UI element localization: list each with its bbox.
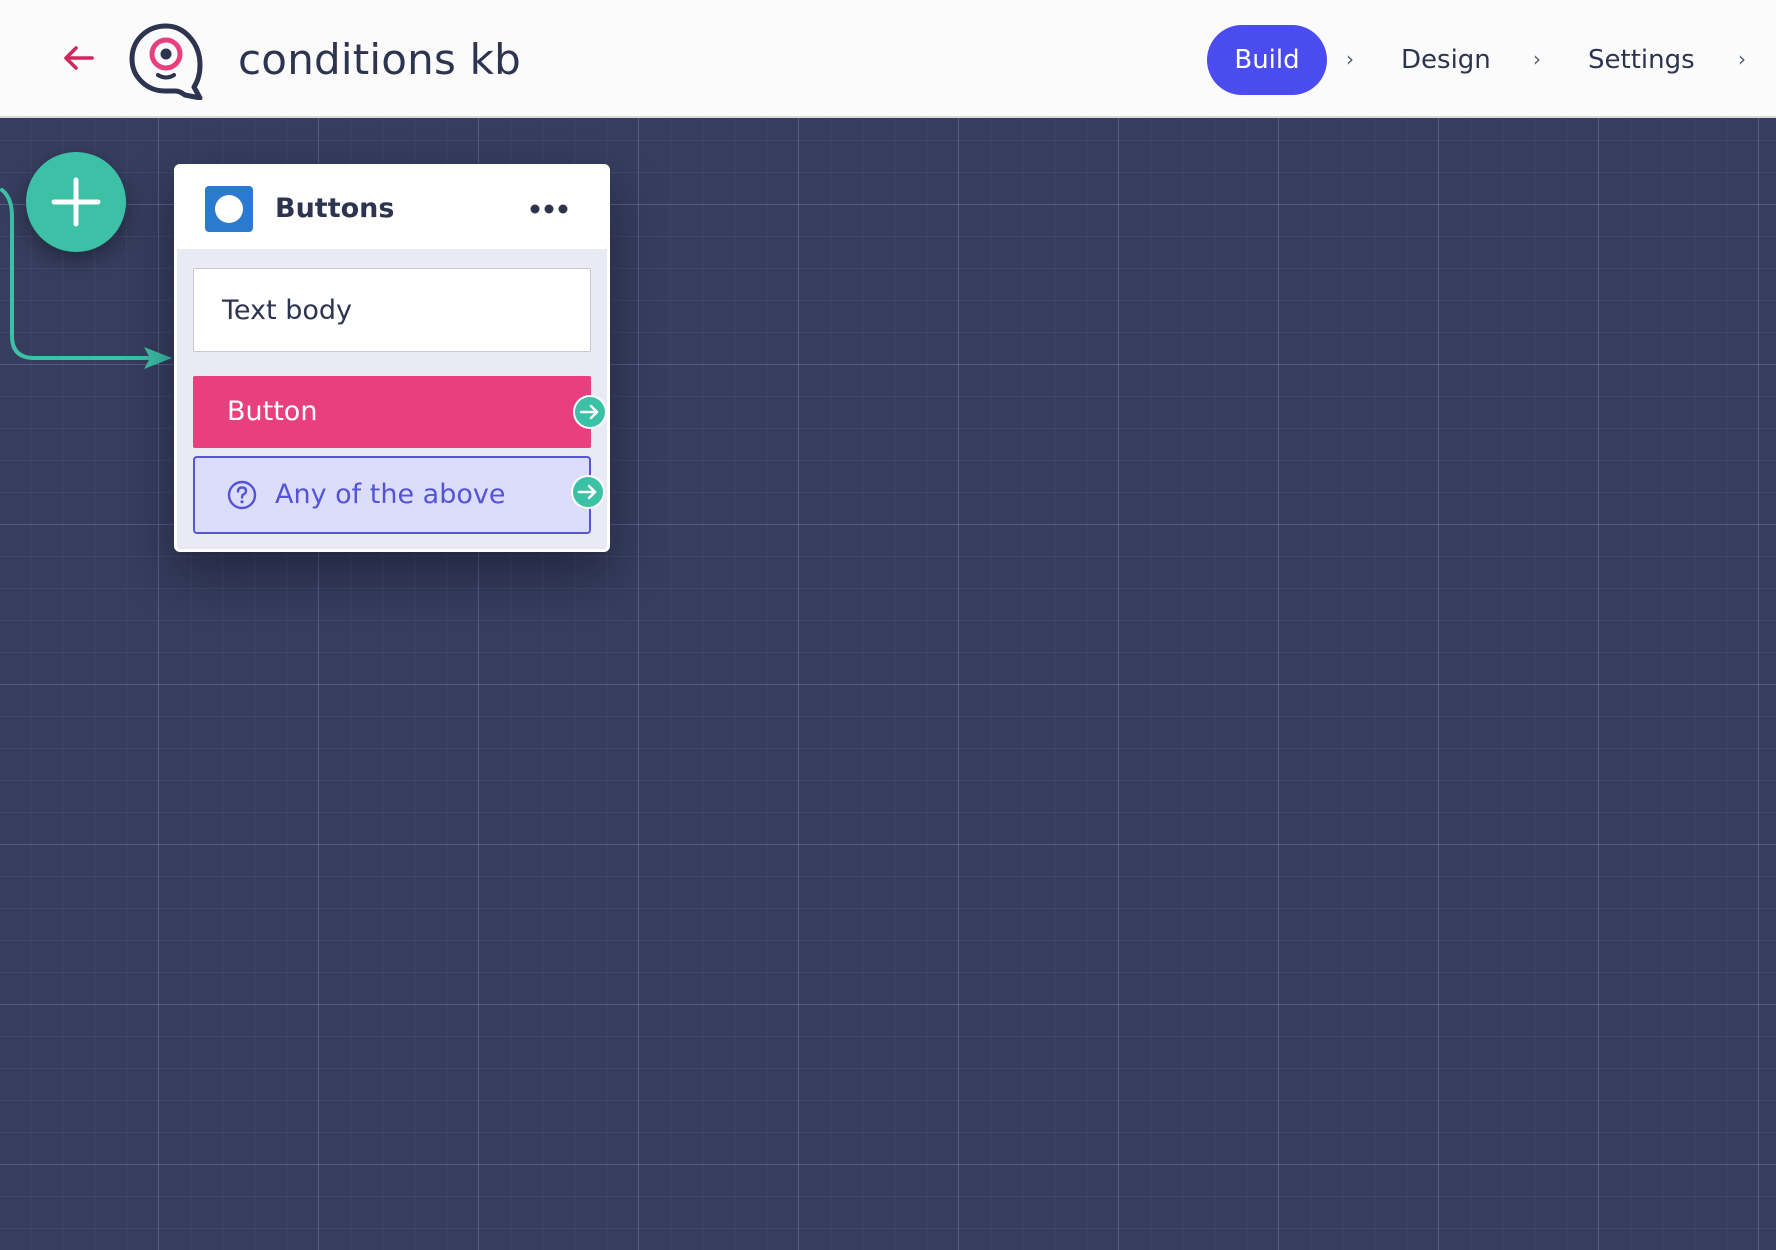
any-of-the-above-option[interactable]: Any of the above [193, 456, 591, 534]
button-option-label: Button [227, 396, 318, 427]
app-title: conditions kb [238, 35, 522, 84]
question-circle-icon [227, 480, 257, 510]
circle-block-icon [205, 186, 253, 232]
node-title: Buttons [275, 193, 395, 224]
text-body-label: Text body [222, 295, 352, 326]
back-button[interactable] [56, 36, 100, 80]
nav-design[interactable]: Design [1401, 40, 1491, 80]
text-body-field[interactable]: Text body [193, 268, 591, 352]
more-horizontal-icon [530, 204, 568, 214]
nav-settings[interactable]: Settings [1588, 40, 1695, 80]
arrow-right-icon [579, 404, 599, 420]
buttons-node[interactable]: Buttons Text body Button Any of the abov… [174, 164, 610, 552]
nav-chevron: › [1346, 47, 1354, 71]
arrow-left-icon [64, 46, 94, 70]
node-menu-button[interactable] [523, 189, 575, 229]
any-output-port[interactable] [571, 475, 605, 509]
top-header: conditions kb Build › Design › Settings … [0, 0, 1776, 118]
add-node-button[interactable] [26, 152, 126, 252]
nav-chevron: › [1533, 47, 1541, 71]
button-option[interactable]: Button [193, 376, 591, 448]
nav-chevron: › [1738, 47, 1746, 71]
plus-icon [51, 177, 101, 227]
button-output-port[interactable] [573, 395, 607, 429]
app-logo [129, 23, 203, 100]
arrow-right-icon [577, 484, 597, 500]
nav-build[interactable]: Build [1207, 25, 1327, 95]
any-of-the-above-label: Any of the above [275, 479, 506, 510]
node-header[interactable]: Buttons [177, 167, 607, 249]
